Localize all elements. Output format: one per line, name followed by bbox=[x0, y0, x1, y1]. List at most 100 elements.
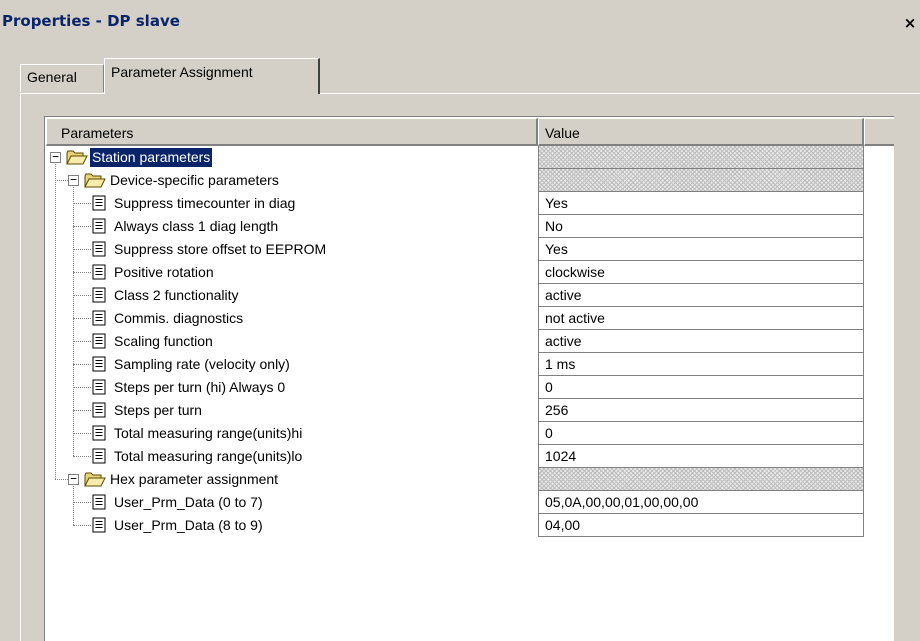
tree-parameter-row[interactable]: Total measuring range(units)lo 1024 bbox=[46, 445, 894, 468]
parameter-label[interactable]: Suppress timecounter in diag bbox=[112, 194, 297, 213]
tab-general[interactable]: General bbox=[20, 64, 104, 92]
grid-header: Parameters Value bbox=[46, 118, 894, 146]
parameter-name-cell: Steps per turn bbox=[46, 399, 538, 422]
column-header-value[interactable]: Value bbox=[538, 118, 864, 146]
tree-parameter-row[interactable]: User_Prm_Data (8 to 9) 04,00 bbox=[46, 514, 894, 537]
tree-folder-row[interactable]: − Device-specific parameters bbox=[46, 169, 894, 192]
parameter-doc-icon bbox=[92, 402, 106, 418]
tree-parameter-row[interactable]: User_Prm_Data (0 to 7) 05,0A,00,00,01,00,… bbox=[46, 491, 894, 514]
parameter-label[interactable]: Total measuring range(units)hi bbox=[112, 424, 304, 443]
parameter-label[interactable]: Class 2 functionality bbox=[112, 286, 241, 305]
parameter-label[interactable]: Hex parameter assignment bbox=[108, 470, 280, 489]
parameter-label[interactable]: Suppress store offset to EEPROM bbox=[112, 240, 328, 259]
parameter-value-cell[interactable]: No bbox=[538, 215, 864, 238]
collapse-toggle-icon[interactable]: − bbox=[68, 473, 79, 485]
tree-connector bbox=[73, 410, 91, 411]
tree-parameter-row[interactable]: Scaling function active bbox=[46, 330, 894, 353]
close-button[interactable]: × bbox=[900, 14, 920, 32]
tree-parameter-row[interactable]: Steps per turn 256 bbox=[46, 399, 894, 422]
tree-folder-row[interactable]: − Hex parameter assignment bbox=[46, 468, 894, 491]
parameter-doc-icon bbox=[92, 517, 106, 533]
tree-trunk-line bbox=[73, 187, 74, 456]
parameter-label[interactable]: Device-specific parameters bbox=[108, 171, 281, 190]
parameter-label[interactable]: Positive rotation bbox=[112, 263, 216, 282]
window-title: Properties - DP slave bbox=[2, 12, 180, 30]
parameter-value-cell[interactable]: 04,00 bbox=[538, 514, 864, 537]
tree-connector bbox=[73, 502, 91, 503]
parameter-doc-icon bbox=[92, 287, 106, 303]
parameter-value-cell[interactable]: clockwise bbox=[538, 261, 864, 284]
parameter-label[interactable]: Steps per turn (hi) Always 0 bbox=[112, 378, 287, 397]
parameter-name-cell: Suppress timecounter in diag bbox=[46, 192, 538, 215]
parameter-value-cell[interactable]: 05,0A,00,00,01,00,00,00 bbox=[538, 491, 864, 514]
parameter-value-cell[interactable]: 1024 bbox=[538, 445, 864, 468]
parameter-doc-icon bbox=[92, 333, 106, 349]
collapse-toggle-icon[interactable]: − bbox=[50, 151, 61, 163]
tree-parameter-row[interactable]: Class 2 functionality active bbox=[46, 284, 894, 307]
parameter-label[interactable]: Scaling function bbox=[112, 332, 215, 351]
tree-parameter-row[interactable]: Suppress timecounter in diag Yes bbox=[46, 192, 894, 215]
parameter-value-cell[interactable]: active bbox=[538, 330, 864, 353]
parameter-doc-icon bbox=[92, 241, 106, 257]
parameter-label[interactable]: Total measuring range(units)lo bbox=[112, 447, 304, 466]
parameter-doc-icon bbox=[92, 356, 106, 372]
parameter-value-cell[interactable] bbox=[538, 169, 864, 192]
tree-connector bbox=[55, 180, 68, 181]
tree-connector bbox=[55, 479, 68, 480]
parameter-name-cell: Commis. diagnostics bbox=[46, 307, 538, 330]
parameter-value-cell[interactable]: not active bbox=[538, 307, 864, 330]
tree-connector bbox=[73, 387, 91, 388]
tree-parameter-row[interactable]: Steps per turn (hi) Always 0 0 bbox=[46, 376, 894, 399]
parameter-name-cell: Positive rotation bbox=[46, 261, 538, 284]
tree-connector bbox=[73, 525, 91, 526]
tree-parameter-row[interactable]: Commis. diagnostics not active bbox=[46, 307, 894, 330]
parameter-label[interactable]: User_Prm_Data (8 to 9) bbox=[112, 516, 265, 535]
open-folder-icon bbox=[84, 471, 106, 487]
tree-connector bbox=[73, 433, 91, 434]
tree-parameter-row[interactable]: Total measuring range(units)hi 0 bbox=[46, 422, 894, 445]
tree-parameter-row[interactable]: Positive rotation clockwise bbox=[46, 261, 894, 284]
tree-connector bbox=[73, 318, 91, 319]
tree-connector bbox=[73, 364, 91, 365]
tree-trunk-line bbox=[55, 164, 56, 479]
open-folder-icon bbox=[84, 172, 106, 188]
parameter-name-cell: Suppress store offset to EEPROM bbox=[46, 238, 538, 261]
tree-connector bbox=[73, 272, 91, 273]
parameter-doc-icon bbox=[92, 425, 106, 441]
tree-connector bbox=[73, 203, 91, 204]
parameter-name-cell: − Station parameters bbox=[46, 146, 538, 169]
parameter-name-cell: Sampling rate (velocity only) bbox=[46, 353, 538, 376]
tree-parameter-row[interactable]: Suppress store offset to EEPROM Yes bbox=[46, 238, 894, 261]
parameter-value-cell[interactable] bbox=[538, 146, 864, 169]
tree-parameter-row[interactable]: Sampling rate (velocity only) 1 ms bbox=[46, 353, 894, 376]
tree-trunk-line bbox=[73, 486, 74, 525]
open-folder-icon bbox=[66, 149, 88, 165]
parameter-name-cell: User_Prm_Data (0 to 7) bbox=[46, 491, 538, 514]
parameter-name-cell: Always class 1 diag length bbox=[46, 215, 538, 238]
parameter-value-cell[interactable]: 1 ms bbox=[538, 353, 864, 376]
parameter-name-cell: Scaling function bbox=[46, 330, 538, 353]
parameter-value-cell[interactable]: 0 bbox=[538, 376, 864, 399]
parameter-doc-icon bbox=[92, 264, 106, 280]
parameter-doc-icon bbox=[92, 448, 106, 464]
parameter-name-cell: Steps per turn (hi) Always 0 bbox=[46, 376, 538, 399]
parameter-value-cell[interactable]: Yes bbox=[538, 238, 864, 261]
tab-parameter-assignment[interactable]: Parameter Assignment bbox=[104, 58, 320, 94]
tree-connector bbox=[73, 295, 91, 296]
parameter-label[interactable]: Commis. diagnostics bbox=[112, 309, 245, 328]
parameter-label[interactable]: Steps per turn bbox=[112, 401, 204, 420]
parameter-label[interactable]: Station parameters bbox=[88, 147, 214, 168]
parameter-value-cell[interactable] bbox=[538, 468, 864, 491]
parameter-label[interactable]: Always class 1 diag length bbox=[112, 217, 280, 236]
parameter-value-cell[interactable]: active bbox=[538, 284, 864, 307]
parameter-value-cell[interactable]: Yes bbox=[538, 192, 864, 215]
column-header-parameters[interactable]: Parameters bbox=[46, 118, 538, 146]
parameter-value-cell[interactable]: 0 bbox=[538, 422, 864, 445]
column-header-filler bbox=[864, 118, 894, 146]
tree-parameter-row[interactable]: Always class 1 diag length No bbox=[46, 215, 894, 238]
collapse-toggle-icon[interactable]: − bbox=[68, 174, 79, 186]
parameter-label[interactable]: Sampling rate (velocity only) bbox=[112, 355, 292, 374]
parameter-label[interactable]: User_Prm_Data (0 to 7) bbox=[112, 493, 265, 512]
parameter-value-cell[interactable]: 256 bbox=[538, 399, 864, 422]
tree-folder-row[interactable]: − Station parameters bbox=[46, 146, 894, 169]
